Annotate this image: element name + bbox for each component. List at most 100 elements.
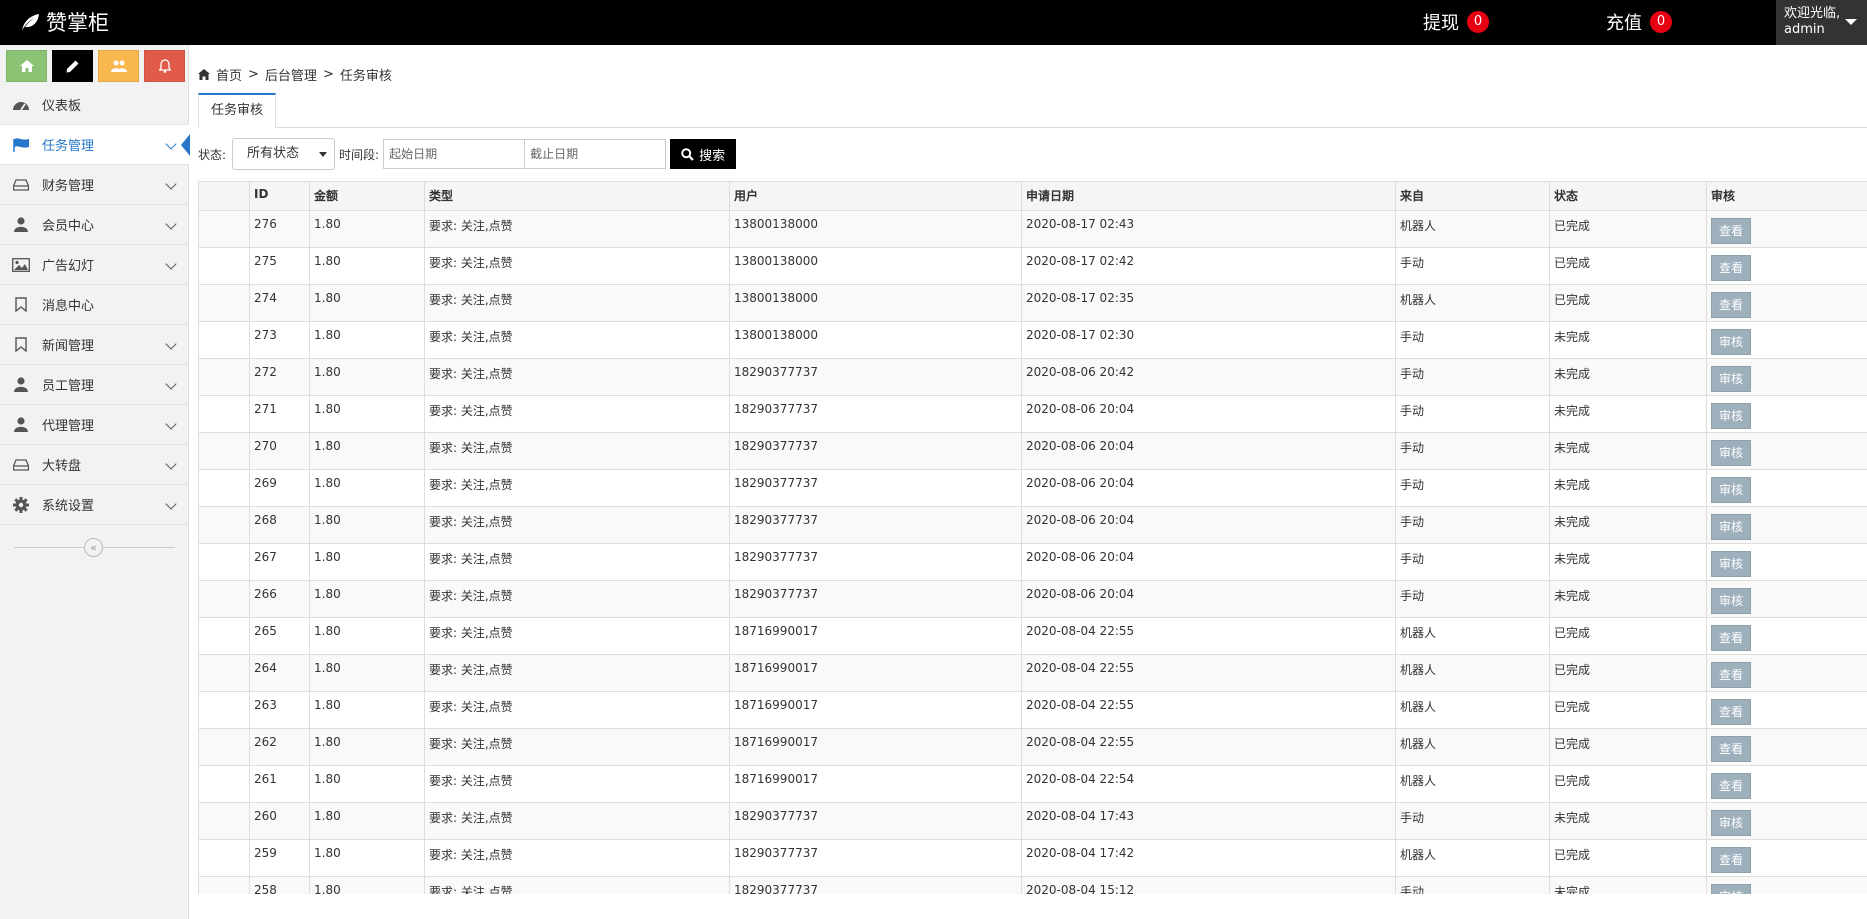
- cell-type: 要求: 关注,点赞: [424, 839, 730, 877]
- start-date-input[interactable]: [383, 139, 526, 169]
- review-button[interactable]: 审核: [1711, 884, 1751, 894]
- cell-amount: 1.80: [309, 617, 425, 655]
- cell-source: 手动: [1395, 321, 1550, 359]
- cell-action: 审核: [1706, 876, 1867, 894]
- cell-type: 要求: 关注,点赞: [424, 580, 730, 618]
- sidebar-item-label: 消息中心: [42, 299, 95, 314]
- breadcrumb-home-link[interactable]: 首页: [216, 65, 242, 84]
- sidebar-item-staff[interactable]: 员工管理: [0, 365, 189, 405]
- column-header-user[interactable]: 用户: [729, 181, 1022, 211]
- cell-source: 手动: [1395, 802, 1550, 840]
- cell-source: 机器人: [1395, 765, 1550, 803]
- review-button[interactable]: 审核: [1711, 403, 1751, 429]
- review-button[interactable]: 审核: [1711, 329, 1751, 355]
- sidebar-item-lucky-wheel[interactable]: 大转盘: [0, 445, 189, 485]
- breadcrumb-separator: >: [248, 66, 259, 82]
- sidebar-item-messages[interactable]: 消息中心: [0, 285, 189, 325]
- search-button[interactable]: 搜索: [670, 139, 737, 169]
- cell-action: 审核: [1706, 395, 1867, 433]
- table-row: 267 1.80 要求: 关注,点赞 18290377737 2020-08-06 20…: [198, 543, 1867, 581]
- cell-type: 要求: 关注,点赞: [424, 691, 730, 729]
- table-row: 263 1.80 要求: 关注,点赞 18716990017 2020-08-04 22…: [198, 691, 1867, 729]
- cell-action: 审核: [1706, 358, 1867, 396]
- cell-type: 要求: 关注,点赞: [424, 876, 730, 894]
- sidebar-item-task-management[interactable]: 任务管理: [0, 125, 190, 165]
- brand[interactable]: 赞掌柜: [20, 8, 109, 36]
- cell-date: 2020-08-17 02:30: [1021, 321, 1396, 359]
- cell-status: 已完成: [1549, 617, 1707, 655]
- review-button[interactable]: 审核: [1711, 810, 1751, 836]
- withdraw-link[interactable]: 提现 0: [1423, 9, 1489, 35]
- main-content: 首页 > 后台管理 > 任务审核 任务审核 状态: 所有状态 时间段: 搜索: [198, 45, 1867, 919]
- end-date-input[interactable]: [524, 139, 667, 169]
- sidebar-collapse-button[interactable]: «: [84, 538, 103, 557]
- cell-source: 手动: [1395, 469, 1550, 507]
- column-header-id[interactable]: ID: [249, 181, 310, 211]
- review-button[interactable]: 审核: [1711, 551, 1751, 577]
- cell-id: 275: [249, 247, 310, 285]
- user-menu[interactable]: 欢迎光临, admin: [1776, 0, 1867, 45]
- cell-type: 要求: 关注,点赞: [424, 358, 730, 396]
- view-button[interactable]: 查看: [1711, 255, 1751, 281]
- shortcut-home-button[interactable]: [6, 50, 47, 82]
- sidebar-item-news[interactable]: 新闻管理: [0, 325, 189, 365]
- view-button[interactable]: 查看: [1711, 625, 1751, 651]
- task-table-container[interactable]: ID 金额 类型 用户 申请日期 来自 状态 审核 276 1.80 要求: 关注,…: [198, 181, 1867, 894]
- view-button[interactable]: 查看: [1711, 699, 1751, 725]
- sidebar: 仪表板 任务管理 财务管理 会员中心 广告幻灯 消息中心 新闻管理 员工管理 代…: [0, 45, 190, 919]
- chevron-down-icon: [165, 338, 177, 350]
- cell-amount: 1.80: [309, 580, 425, 618]
- review-button[interactable]: 审核: [1711, 514, 1751, 540]
- cell-amount: 1.80: [309, 358, 425, 396]
- view-button[interactable]: 查看: [1711, 847, 1751, 873]
- breadcrumb-current: 任务审核: [339, 68, 392, 84]
- sidebar-item-finance[interactable]: 财务管理: [0, 165, 189, 205]
- column-header-date[interactable]: 申请日期: [1021, 181, 1396, 211]
- top-bar: 赞掌柜 提现 0 充值 0 欢迎光临, admin: [0, 0, 1867, 45]
- view-button[interactable]: 查看: [1711, 662, 1751, 688]
- review-button[interactable]: 审核: [1711, 477, 1751, 503]
- sidebar-item-agents[interactable]: 代理管理: [0, 405, 189, 445]
- column-header-status[interactable]: 状态: [1549, 181, 1707, 211]
- review-button[interactable]: 审核: [1711, 366, 1751, 392]
- view-button[interactable]: 查看: [1711, 773, 1751, 799]
- tab-task-review[interactable]: 任务审核: [198, 93, 277, 128]
- status-select[interactable]: 所有状态: [232, 138, 336, 170]
- sidebar-item-banners[interactable]: 广告幻灯: [0, 245, 189, 285]
- cell-action: 查看: [1706, 728, 1867, 766]
- cell-user: 18716990017: [729, 728, 1022, 766]
- recharge-link[interactable]: 充值 0: [1606, 9, 1672, 35]
- shortcut-notify-button[interactable]: [144, 50, 185, 82]
- column-header-amount[interactable]: 金额: [309, 181, 425, 211]
- cell-type: 要求: 关注,点赞: [424, 765, 730, 803]
- cell-source: 机器人: [1395, 691, 1550, 729]
- column-header-type[interactable]: 类型: [424, 181, 730, 211]
- picture-icon: [12, 256, 30, 274]
- sidebar-item-members[interactable]: 会员中心: [0, 205, 189, 245]
- cell-amount: 1.80: [309, 876, 425, 894]
- view-button[interactable]: 查看: [1711, 736, 1751, 762]
- cell-status: 未完成: [1549, 321, 1707, 359]
- cell-status: 未完成: [1549, 469, 1707, 507]
- review-button[interactable]: 审核: [1711, 440, 1751, 466]
- sidebar-item-settings[interactable]: 系统设置: [0, 485, 189, 525]
- cell-type: 要求: 关注,点赞: [424, 432, 730, 470]
- cell-type: 要求: 关注,点赞: [424, 543, 730, 581]
- cell-user: 18290377737: [729, 358, 1022, 396]
- cell-source: 机器人: [1395, 728, 1550, 766]
- shortcut-edit-button[interactable]: [52, 50, 93, 82]
- column-header-source[interactable]: 来自: [1395, 181, 1550, 211]
- status-select-value: 所有状态: [247, 146, 300, 161]
- cell-type: 要求: 关注,点赞: [424, 395, 730, 433]
- review-button[interactable]: 审核: [1711, 588, 1751, 614]
- cell-user: 18290377737: [729, 432, 1022, 470]
- view-button[interactable]: 查看: [1711, 292, 1751, 318]
- flag-icon: [12, 136, 30, 154]
- sidebar-item-dashboard[interactable]: 仪表板: [0, 85, 189, 125]
- cell-type: 要求: 关注,点赞: [424, 321, 730, 359]
- shortcut-users-button[interactable]: [98, 50, 139, 82]
- view-button[interactable]: 查看: [1711, 218, 1751, 244]
- breadcrumb-admin-link[interactable]: 后台管理: [265, 65, 317, 84]
- breadcrumb-separator: >: [322, 66, 334, 82]
- cell-user: 18290377737: [729, 469, 1022, 507]
